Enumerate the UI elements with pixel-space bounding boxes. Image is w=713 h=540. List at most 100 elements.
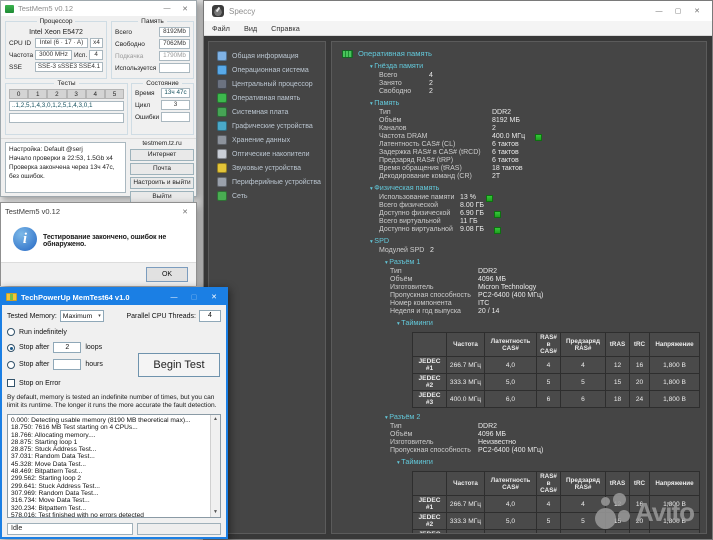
speccy-main-panel[interactable]: Оперативная память Гнёзда памятиВсего4За…: [331, 41, 707, 534]
sidebar-item[interactable]: Периферийные устройства: [209, 175, 325, 189]
tested-memory-select[interactable]: Maximum ▾: [60, 310, 104, 322]
close-icon[interactable]: ✕: [178, 5, 192, 13]
spec-row-value: Micron Technology: [478, 284, 536, 292]
radio-stop-after-hours[interactable]: [7, 361, 15, 369]
section-title[interactable]: Тайминги: [397, 318, 706, 329]
radio-run-indefinitely[interactable]: [7, 328, 15, 336]
sidebar-item[interactable]: Общая информация: [209, 49, 325, 63]
status-field: Idle: [7, 523, 133, 535]
cpu-id-field[interactable]: Intel (6 · 17 · A): [35, 38, 88, 48]
test-segment-button[interactable]: 3: [67, 89, 86, 99]
option-stop-after-loops[interactable]: Stop after 2 loops: [7, 342, 221, 353]
test-segment-button[interactable]: 1: [28, 89, 47, 99]
used-field[interactable]: 4: [89, 50, 103, 60]
tested-memory-value: Maximum: [63, 313, 92, 320]
memtest64-log[interactable]: 0.000: Detecting usable memory (8190 MB …: [7, 414, 221, 518]
spec-row: Доступно виртуальной9.08 ГБ: [342, 226, 706, 234]
section-title[interactable]: Память: [370, 98, 706, 109]
sidebar-item-label: Центральный процессор: [232, 81, 313, 88]
timings-header-cell: Латентность CAS#: [485, 472, 537, 496]
spec-row-label: Объём: [390, 431, 478, 439]
sidebar-item[interactable]: Системная плата: [209, 105, 325, 119]
spec-row: Каналов2: [342, 125, 706, 133]
timings-cell: 1,800 В: [650, 391, 700, 408]
state-row-field[interactable]: 13ч 47с: [161, 88, 190, 98]
maximize-icon[interactable]: ▢: [671, 7, 685, 15]
testmem5-window: TestMem5 v0.12 — ✕ Процессор Intel Xeon …: [0, 0, 197, 197]
ok-button[interactable]: OK: [146, 267, 188, 282]
checkbox-label: Stop on Error: [19, 380, 61, 387]
spec-row-value: 2: [429, 88, 433, 96]
freq-field[interactable]: 3000 MHz: [35, 50, 72, 60]
timings-table: ЧастотаЛатентность CAS#RAS# в CAS#Предза…: [412, 332, 700, 408]
threads-field[interactable]: 4: [199, 310, 221, 322]
begin-test-button[interactable]: Begin Test: [138, 353, 220, 377]
status-indicator-green: [494, 227, 501, 234]
sse-field[interactable]: SSE-3 sSSE3 SSE4.1: [35, 62, 103, 72]
spec-row-value: 9.08 ГБ: [460, 226, 484, 234]
state-row-field[interactable]: [161, 112, 190, 122]
minimize-icon[interactable]: —: [652, 8, 666, 15]
action-button[interactable]: Интернет: [130, 149, 194, 161]
spec-row: Частота DRAM400.0 МГц: [342, 133, 706, 141]
memory-row-field[interactable]: 7062Mb: [159, 39, 190, 49]
sidebar-item[interactable]: Центральный процессор: [209, 77, 325, 91]
spec-row-label: Модулей SPD: [379, 247, 430, 255]
sidebar-item[interactable]: Оптические накопители: [209, 147, 325, 161]
test-sequence2-field[interactable]: [9, 113, 124, 123]
section-title[interactable]: SPD: [370, 236, 706, 247]
option-stop-on-error[interactable]: Stop on Error: [7, 379, 221, 387]
section-title[interactable]: Разъём 1: [385, 257, 706, 268]
section-title[interactable]: Тайминги: [397, 457, 706, 468]
state-row-field[interactable]: 3: [161, 100, 190, 110]
spec-row-label: Изготовитель: [390, 439, 478, 447]
option-run-indefinitely[interactable]: Run indefinitely: [7, 328, 221, 336]
sidebar-item[interactable]: Операционная система: [209, 63, 325, 77]
minimize-icon[interactable]: —: [166, 294, 182, 301]
minimize-icon[interactable]: —: [160, 5, 174, 12]
sidebar-item[interactable]: Звуковые устройства: [209, 161, 325, 175]
section-title[interactable]: Гнёзда памяти: [370, 61, 706, 72]
hours-suffix-label: hours: [85, 361, 103, 368]
scroll-down-icon[interactable]: ▼: [211, 508, 220, 517]
close-icon[interactable]: ✕: [690, 7, 704, 15]
test-segment-button[interactable]: 5: [105, 89, 124, 99]
section-title[interactable]: Физическая память: [370, 183, 706, 194]
menu-item-Справка[interactable]: Справка: [271, 24, 300, 33]
spec-row: Декодирование команд (CR)2T: [342, 173, 706, 181]
sidebar-item-label: Периферийные устройства: [232, 179, 321, 186]
memory-row-field[interactable]: 1790Mb: [159, 51, 190, 61]
sidebar-item[interactable]: Сеть: [209, 189, 325, 203]
sidebar-item[interactable]: Оперативная память: [209, 91, 325, 105]
loops-field[interactable]: 2: [53, 342, 81, 353]
scroll-up-icon[interactable]: ▲: [211, 415, 220, 424]
sidebar-item-label: Звуковые устройства: [232, 165, 301, 172]
spec-row: Номер компонентаITC: [342, 300, 706, 308]
speccy-content: Общая информацияОперационная система Цент…: [204, 36, 712, 539]
radio-stop-after-loops[interactable]: [7, 344, 15, 352]
stop-on-error-checkbox[interactable]: [7, 379, 15, 387]
test-segment-button[interactable]: 2: [47, 89, 66, 99]
close-icon[interactable]: ✕: [178, 208, 192, 216]
hours-field[interactable]: [53, 359, 81, 370]
maximize-icon: ▢: [186, 293, 202, 301]
testmem5-log[interactable]: Настройка: Default @serj Начало проверки…: [5, 142, 126, 193]
menu-item-Файл[interactable]: Файл: [212, 24, 230, 33]
log-scrollbar[interactable]: ▲ ▼: [210, 415, 220, 517]
section-title[interactable]: Разъём 2: [385, 412, 706, 423]
spec-row: Объём8192 МБ: [342, 117, 706, 125]
menu-item-Вид[interactable]: Вид: [244, 24, 257, 33]
sidebar-item[interactable]: Хранение данных: [209, 133, 325, 147]
timings-cell: 20: [630, 374, 650, 391]
memory-row-field[interactable]: 8192Mb: [159, 27, 190, 37]
action-button[interactable]: Почта: [130, 163, 194, 175]
close-icon[interactable]: ✕: [206, 293, 222, 301]
sidebar-item[interactable]: Графические устройства: [209, 119, 325, 133]
test-sequence-field[interactable]: ..1,2,5,1,4,3,0,1,2,5,1,4,3,0,1: [9, 101, 124, 111]
test-segment-button[interactable]: 4: [86, 89, 105, 99]
cpu-mult-field[interactable]: x4: [90, 38, 103, 48]
memory-row-field[interactable]: [159, 63, 190, 73]
action-button[interactable]: Настроить и выйти: [130, 177, 194, 189]
test-segment-button[interactable]: 0: [9, 89, 28, 99]
memory-row: Всего8192Mb: [115, 27, 190, 37]
